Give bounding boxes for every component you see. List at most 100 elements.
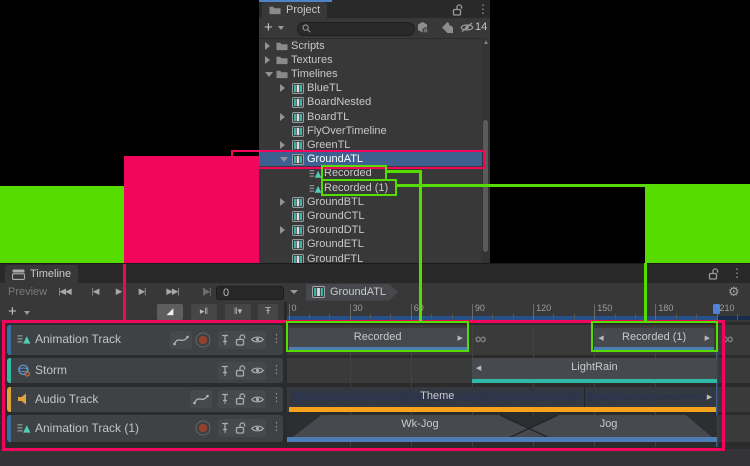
foldout-collapsed-icon[interactable] [280,84,285,92]
clip-label: Theme [420,390,454,402]
kebab-icon[interactable]: ⋮ [271,363,282,376]
scene-green-ground-right [645,186,750,264]
tree-item-label: GroundCTL [307,210,364,222]
timeline-icon [292,112,304,123]
curves-toggle-button[interactable] [190,390,212,408]
lock-icon[interactable] [235,393,246,405]
create-add-button[interactable]: + [264,19,273,36]
track-options-group [218,419,266,437]
foldout-collapsed-icon[interactable] [265,56,270,64]
timeline-icon [292,239,304,250]
tree-item-timelines[interactable]: Timelines [259,67,482,81]
kebab-icon[interactable]: ⋮ [271,332,282,345]
eye-icon[interactable] [251,335,264,344]
tree-item-groundctl[interactable]: GroundCTL [259,209,482,223]
eye-icon[interactable] [251,366,264,375]
track-name-label: Animation Track (1) [35,421,139,435]
project-window: Project ⋮ + 14 ScriptsTexturesTimelinesB… [259,0,490,266]
track-options-group [218,362,266,380]
track-header-animation-track[interactable]: Animation Track⋮ [7,325,283,355]
eye-hidden-icon[interactable] [460,22,474,33]
project-scrollbar[interactable] [482,38,490,266]
timeline-window: Timeline ⋮ Preview |◀◀|◀▶▶|▶▶|[▶] 0 Grou… [0,263,750,466]
pin-icon[interactable] [220,334,230,346]
tree-item-recorded[interactable]: Recorded [259,166,482,180]
clip-color-bar [289,347,467,352]
lock-icon[interactable] [235,365,246,377]
scrollbar-thumb[interactable] [483,120,488,252]
label-icon[interactable] [441,21,454,34]
track-area: Animation Track⋮Storm⋮Audio Track⋮Animat… [0,264,750,466]
record-button[interactable] [195,332,211,348]
foldout-collapsed-icon[interactable] [280,141,285,149]
track-color-strip [7,387,11,412]
tree-item-label: GroundBTL [307,196,364,208]
kebab-icon[interactable]: ⋮ [271,420,282,433]
pin-icon[interactable] [220,422,230,434]
tree-item-groundatl[interactable]: GroundATL [259,152,482,166]
lock-icon[interactable] [235,334,246,346]
tree-item-groundetl[interactable]: GroundETL [259,237,482,251]
tree-item-label: BoardTL [307,111,349,123]
track-header-storm[interactable]: Storm ⋮ [7,358,283,383]
tree-item-groundbtl[interactable]: GroundBTL [259,195,482,209]
foldout-collapsed-icon[interactable] [265,42,270,50]
clip-label: Jog [600,418,618,430]
chevron-down-icon[interactable] [278,26,284,30]
clip-recorded-1-[interactable]: Recorded (1)◀▶ [594,328,714,352]
tree-item-grounddtl[interactable]: GroundDTL [259,223,482,237]
pin-icon[interactable] [220,393,230,405]
foldout-expanded-icon[interactable] [280,157,288,162]
preset-icon[interactable] [416,21,429,34]
project-tree: ScriptsTexturesTimelinesBlueTLBoardNeste… [259,38,482,266]
anim-clip-icon [309,168,322,179]
tree-item-recorded-1-[interactable]: Recorded (1) [259,181,482,195]
tree-item-textures[interactable]: Textures [259,53,482,67]
audio-waveform [289,387,716,407]
timeline-icon [292,154,304,165]
clip-recorded[interactable]: Recorded▶ [289,328,467,352]
tree-item-scripts[interactable]: Scripts [259,39,482,53]
pin-icon[interactable] [220,365,230,377]
timeline-icon [292,83,304,94]
clip-out-mark: ▶ [705,334,710,342]
timeline-icon [292,197,304,208]
folder-icon [276,69,288,79]
track-name-label: Storm [35,363,67,377]
scene-pink-block [124,156,259,265]
foldout-collapsed-icon[interactable] [280,113,285,121]
tree-item-greentl[interactable]: GreenTL [259,138,482,152]
tree-item-boardnested[interactable]: BoardNested [259,95,482,109]
storm-gizmo-icon [17,364,31,377]
curves-toggle-button[interactable] [170,331,192,349]
tree-item-bluetl[interactable]: BlueTL [259,81,482,95]
lock-icon[interactable] [452,4,463,16]
track-header-audio-track[interactable]: Audio Track⋮ [7,387,283,412]
tree-item-boardtl[interactable]: BoardTL [259,110,482,124]
tree-item-label: GroundDTL [307,224,364,236]
record-button[interactable] [195,420,211,436]
search-input[interactable] [297,22,415,36]
tree-item-flyovertimeline[interactable]: FlyOverTimeline [259,124,482,138]
tree-item-label: Recorded [324,167,372,179]
clip-color-bar [287,437,715,442]
foldout-expanded-icon[interactable] [265,72,273,77]
timeline-icon [292,97,304,108]
search-icon [302,24,311,33]
clip-theme[interactable]: Theme▶ [289,387,716,412]
eye-icon[interactable] [251,395,264,404]
track-header-animation-track-1-[interactable]: Animation Track (1) ⋮ [7,415,283,442]
kebab-icon[interactable]: ⋮ [271,391,282,404]
foldout-collapsed-icon[interactable] [280,198,285,206]
hidden-count: 14 [475,21,487,33]
clip-color-bar [594,347,714,352]
eye-icon[interactable] [251,424,264,433]
clip-in-mark: ◀ [598,334,603,342]
track-options-group [218,331,266,349]
kebab-icon[interactable]: ⋮ [477,2,489,16]
tab-project[interactable]: Project [262,2,327,18]
foldout-collapsed-icon[interactable] [280,226,285,234]
clip-lightrain[interactable]: LightRain◀ [472,358,717,383]
lock-icon[interactable] [235,422,246,434]
scroll-up-icon[interactable] [484,40,488,44]
